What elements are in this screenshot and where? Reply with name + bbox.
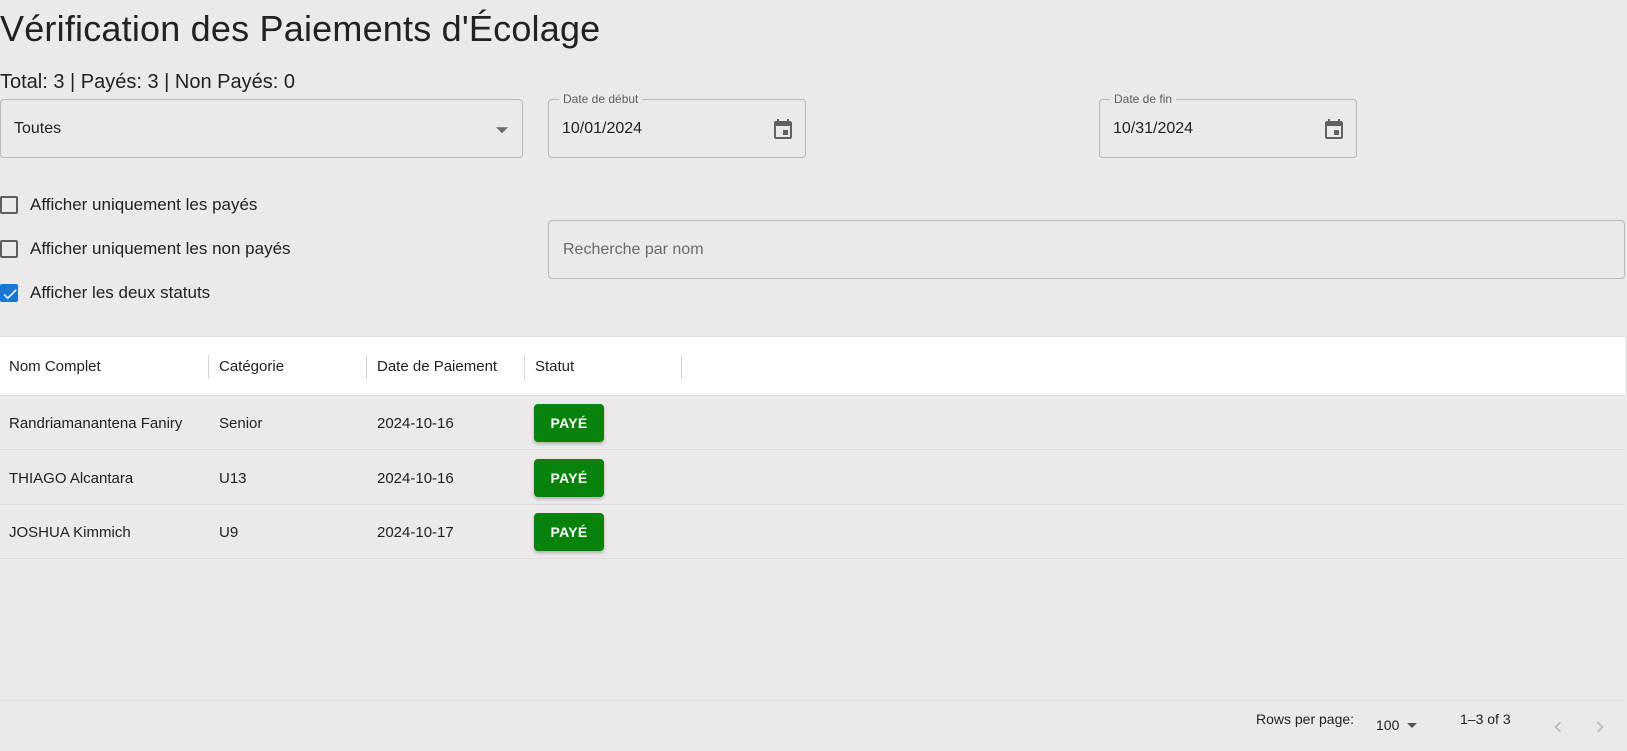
rows-per-page-label: Rows per page: [1256,711,1355,727]
next-page-button[interactable] [1586,713,1614,741]
page-title: Vérification des Paiements d'Écolage [0,8,601,49]
previous-page-button[interactable] [1544,713,1572,741]
pagination-range: 1–3 of 3 [1460,711,1511,727]
column-separator[interactable] [681,355,682,379]
column-separator[interactable] [366,355,367,379]
cell-name: Randriamanantena Faniry [9,414,183,432]
payment-summary: Total: 3 | Payés: 3 | Non Payés: 0 [0,71,295,93]
column-separator[interactable] [524,355,525,379]
chevron-down-icon [496,126,508,133]
date-end-label: Date de fin [1110,92,1177,106]
search-input[interactable]: Recherche par nom [548,220,1625,279]
table-header: Nom Complet Catégorie Date de Paiement S… [0,337,1625,396]
page-root: Vérification des Paiements d'Écolage Tot… [0,0,1627,751]
cell-category: U9 [219,523,239,541]
checkbox-box[interactable] [0,284,18,302]
check-icon [3,289,17,300]
cell-name: JOSHUA Kimmich [9,523,131,541]
table-row[interactable]: Randriamanantena Faniry Senior 2024-10-1… [0,396,1625,450]
date-start-value: 10/01/2024 [562,119,643,137]
category-select-value: Toutes [14,119,62,137]
category-select[interactable]: Toutes [0,99,523,158]
chevron-left-icon [1554,721,1562,733]
table-footer: Rows per page: 100 1–3 of 3 [0,700,1625,751]
column-header-name[interactable]: Nom Complet [0,337,101,396]
checkbox-only-paid[interactable]: Afficher uniquement les payés [0,193,257,217]
table-row[interactable]: THIAGO Alcantara U13 2024-10-16 PAYÉ [0,451,1625,505]
calendar-icon[interactable] [1322,117,1346,141]
date-start-label: Date de début [559,92,643,106]
checkbox-box[interactable] [0,196,18,214]
payments-table: Nom Complet Catégorie Date de Paiement S… [0,336,1625,751]
cell-status: PAYÉ [525,451,604,505]
cell-status: PAYÉ [525,505,604,559]
column-header-category[interactable]: Catégorie [210,337,284,396]
calendar-icon[interactable] [771,117,795,141]
date-start-field[interactable]: Date de début 10/01/2024 [548,92,806,158]
table-row[interactable]: JOSHUA Kimmich U9 2024-10-17 PAYÉ [0,505,1625,559]
checkbox-label: Afficher uniquement les non payés [30,239,291,258]
cell-date: 2024-10-17 [377,523,454,541]
status-paid-button[interactable]: PAYÉ [534,404,604,442]
column-header-status[interactable]: Statut [526,337,574,396]
date-end-value: 10/31/2024 [1113,119,1194,137]
checkbox-both-statuses[interactable]: Afficher les deux statuts [0,281,210,305]
status-paid-button[interactable]: PAYÉ [534,459,604,497]
checkbox-only-unpaid[interactable]: Afficher uniquement les non payés [0,237,291,261]
cell-category: U13 [219,469,247,487]
cell-status: PAYÉ [525,396,604,450]
column-separator[interactable] [208,355,209,379]
rows-per-page-value: 100 [1376,717,1400,733]
checkbox-box[interactable] [0,240,18,258]
cell-date: 2024-10-16 [377,469,454,487]
search-placeholder: Recherche par nom [563,240,704,258]
checkbox-label: Afficher uniquement les payés [30,195,258,214]
rows-per-page-select[interactable]: 100 [1376,717,1418,733]
cell-category: Senior [219,414,263,432]
checkbox-label: Afficher les deux statuts [30,283,211,302]
status-paid-button[interactable]: PAYÉ [534,513,604,551]
date-end-field[interactable]: Date de fin 10/31/2024 [1099,92,1357,158]
cell-name: THIAGO Alcantara [9,469,134,487]
cell-date: 2024-10-16 [377,414,454,432]
chevron-right-icon [1596,721,1604,733]
chevron-down-icon [1407,722,1418,728]
column-header-date[interactable]: Date de Paiement [368,337,497,396]
